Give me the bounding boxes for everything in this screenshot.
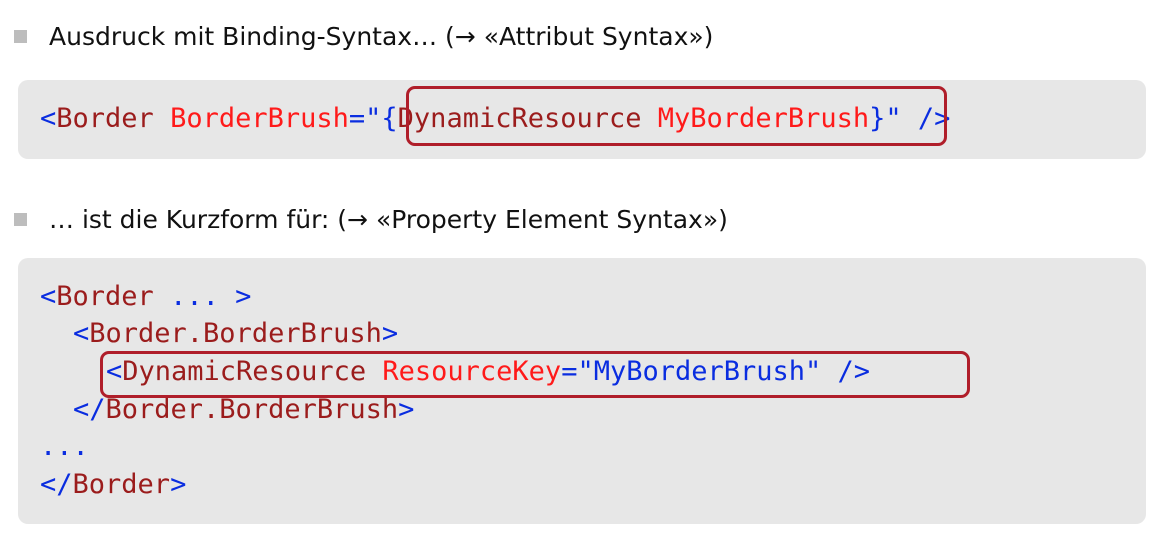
bullet-attribute-syntax: Ausdruck mit Binding-Syntax… (→ «Attribu…	[14, 22, 713, 51]
code-tag: Border.BorderBrush	[105, 394, 399, 425]
bullet-square-icon	[14, 213, 27, 226]
code-bracket: <	[40, 281, 57, 312]
code-bracket: >	[381, 318, 399, 349]
bullet-text: … ist die Kurzform für: (→ «Property Ele…	[49, 205, 728, 234]
code-line-5: ...	[40, 431, 89, 462]
code-bracket: </	[40, 469, 73, 500]
code-equals-quote: ="	[348, 103, 382, 134]
code-rest: ... >	[153, 281, 252, 312]
code-bracket: >	[398, 394, 415, 425]
code-bracket: <	[40, 103, 57, 134]
code-attribute: BorderBrush	[170, 103, 349, 134]
bullet-property-element-syntax: … ist die Kurzform für: (→ «Property Ele…	[14, 205, 728, 234]
code-line-4: </Border.BorderBrush>	[73, 393, 414, 427]
bullet-square-icon	[14, 30, 27, 43]
code-bracket: <	[73, 318, 90, 349]
bullet-text: Ausdruck mit Binding-Syntax… (→ «Attribu…	[49, 22, 714, 51]
code-line-1: <Border ... >	[40, 280, 251, 314]
code-line-2: <Border.BorderBrush>	[73, 317, 398, 351]
code-tag: Border	[56, 281, 154, 312]
code-bracket: </	[73, 394, 106, 425]
highlight-dynamic-resource-element	[100, 351, 970, 398]
code-tag: Border	[56, 103, 154, 134]
code-bracket: >	[170, 469, 187, 500]
code-line-6: </Border>	[40, 468, 186, 502]
highlight-markup-extension	[406, 86, 947, 146]
code-tag: Border.BorderBrush	[89, 318, 382, 349]
code-brace-open: {	[381, 103, 398, 134]
code-tag: Border	[72, 469, 171, 500]
